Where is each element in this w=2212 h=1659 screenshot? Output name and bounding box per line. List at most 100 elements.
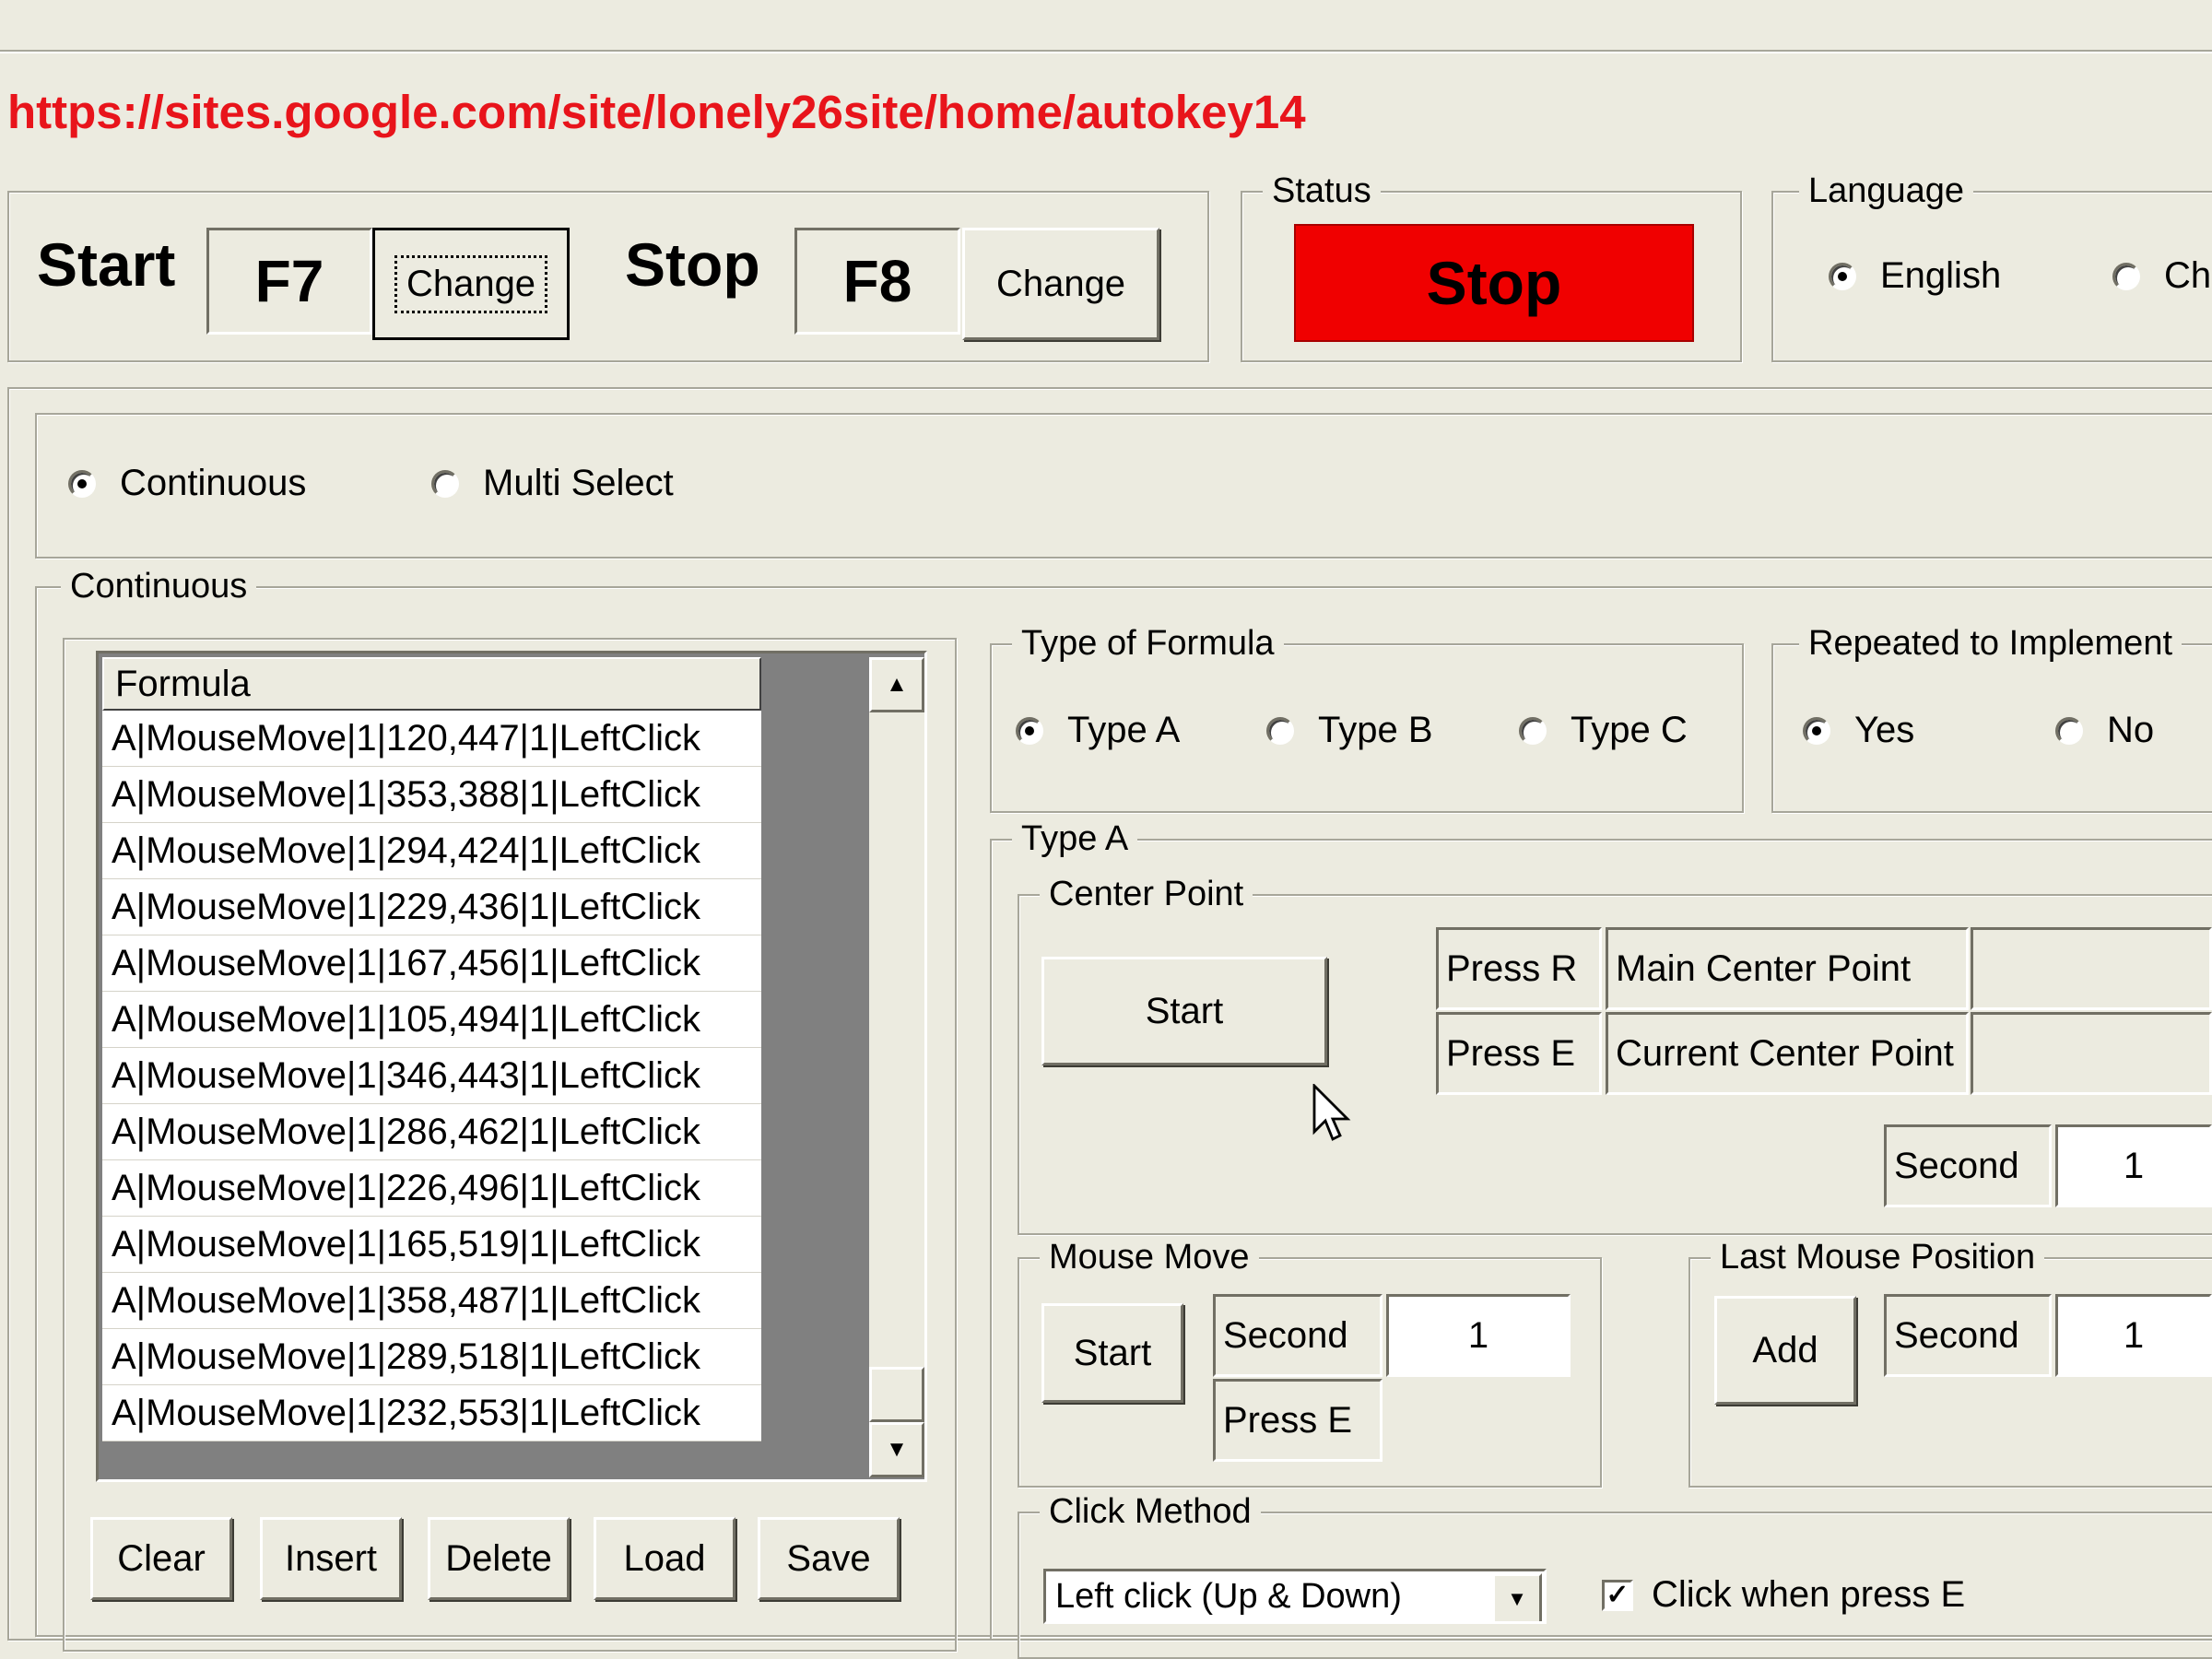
scroll-down-icon[interactable]: ▼ — [869, 1422, 924, 1477]
main-center-point-value — [1971, 927, 2212, 1010]
click-method-legend: Click Method — [1040, 1493, 1261, 1530]
radio-selected-icon — [68, 469, 96, 498]
language-english-label: English — [1880, 255, 2002, 296]
center-second-text: Second — [1894, 1145, 2019, 1186]
language-english-radio[interactable]: English — [1829, 255, 2001, 297]
type-b-label: Type B — [1318, 710, 1433, 750]
scroll-up-icon[interactable]: ▲ — [869, 657, 924, 712]
type-c-radio[interactable]: Type C — [1519, 710, 1688, 751]
radio-empty-icon — [1519, 716, 1547, 745]
stop-hotkey-label: Stop — [625, 230, 760, 299]
type-a-radio[interactable]: Type A — [1016, 710, 1180, 751]
table-row[interactable]: A|MouseMove|1|226,496|1|LeftClick — [102, 1160, 761, 1217]
mode-continuous-radio[interactable]: Continuous — [68, 463, 306, 504]
repeat-yes-radio[interactable]: Yes — [1803, 710, 1914, 751]
table-row[interactable]: A|MouseMove|1|232,553|1|LeftClick — [102, 1385, 761, 1441]
language-chinese-label: Ch — [2164, 255, 2212, 296]
insert-button[interactable]: Insert — [260, 1517, 402, 1600]
repeat-yes-label: Yes — [1854, 710, 1915, 750]
formula-column-header[interactable]: Formula — [102, 657, 761, 711]
mouse-move-second-text: Second — [1223, 1314, 1348, 1356]
mouse-move-start-button[interactable]: Start — [1041, 1303, 1183, 1403]
table-row[interactable]: A|MouseMove|1|165,519|1|LeftClick — [102, 1217, 761, 1273]
type-of-formula-legend: Type of Formula — [1012, 625, 1284, 662]
radio-empty-icon — [1266, 716, 1294, 745]
save-button[interactable]: Save — [758, 1517, 900, 1600]
table-row[interactable]: A|MouseMove|1|120,447|1|LeftClick — [102, 711, 761, 767]
center-point-legend: Center Point — [1040, 876, 1253, 912]
scroll-thumb[interactable] — [869, 1367, 924, 1422]
radio-selected-icon — [1803, 716, 1830, 745]
load-button[interactable]: Load — [594, 1517, 735, 1600]
table-row[interactable]: A|MouseMove|1|229,436|1|LeftClick — [102, 879, 761, 935]
table-row[interactable]: A|MouseMove|1|286,462|1|LeftClick — [102, 1104, 761, 1160]
center-second-input[interactable]: 1 — [2055, 1124, 2212, 1207]
press-e-text: Press E — [1446, 1032, 1576, 1074]
table-row[interactable]: A|MouseMove|1|358,487|1|LeftClick — [102, 1273, 761, 1329]
mouse-pointer-icon — [1312, 1084, 1351, 1141]
status-indicator: Stop — [1294, 224, 1694, 342]
start-hotkey-field: F7 — [206, 228, 372, 335]
clear-button[interactable]: Clear — [90, 1517, 232, 1600]
table-row[interactable]: A|MouseMove|1|294,424|1|LeftClick — [102, 823, 761, 879]
type-of-formula-group: Type of Formula Type A Type B Type C — [990, 625, 1744, 813]
checkbox-checked-icon: ✓ — [1602, 1579, 1633, 1611]
type-a-label: Type A — [1067, 710, 1181, 750]
homepage-link[interactable]: https://sites.google.com/site/lonely26si… — [7, 85, 1306, 139]
main-center-point-label: Main Center Point — [1606, 927, 1969, 1010]
hotkey-group: Start F7 Change Stop F8 Change — [7, 191, 1209, 362]
language-chinese-radio[interactable]: Ch — [2112, 255, 2211, 297]
click-method-select[interactable]: Left click (Up & Down) ▼ — [1043, 1569, 1547, 1624]
table-row[interactable]: A|MouseMove|1|167,456|1|LeftClick — [102, 935, 761, 992]
mouse-move-press-e-text: Press E — [1223, 1399, 1353, 1441]
mouse-move-second-input[interactable]: 1 — [1386, 1294, 1571, 1377]
last-mouse-second-input[interactable]: 1 — [2055, 1294, 2212, 1377]
repeat-no-radio[interactable]: No — [2055, 710, 2154, 751]
main-center-point-text: Main Center Point — [1616, 947, 1912, 989]
center-point-start-button[interactable]: Start — [1041, 957, 1327, 1065]
mode-multi-select-radio[interactable]: Multi Select — [431, 463, 674, 504]
mouse-move-press-e-label: Press E — [1213, 1379, 1382, 1462]
start-hotkey-change-label: Change — [394, 254, 548, 313]
repeated-legend: Repeated to Implement — [1799, 625, 2183, 662]
mode-group: Continuous Multi Select — [35, 413, 2212, 559]
last-mouse-second-label: Second — [1884, 1294, 2052, 1377]
type-c-label: Type C — [1571, 710, 1688, 750]
radio-selected-icon — [1829, 262, 1856, 290]
table-row[interactable]: A|MouseMove|1|346,443|1|LeftClick — [102, 1048, 761, 1104]
current-center-point-label: Current Center Point — [1606, 1012, 1969, 1095]
formula-listbox[interactable]: Formula A|MouseMove|1|120,447|1|LeftClic… — [96, 651, 927, 1482]
radio-empty-icon — [431, 469, 459, 498]
last-mouse-position-legend: Last Mouse Position — [1711, 1239, 2045, 1276]
start-hotkey-change-button[interactable]: Change — [372, 228, 570, 340]
last-mouse-second-text: Second — [1894, 1314, 2019, 1356]
radio-empty-icon — [2112, 262, 2140, 290]
center-second-label: Second — [1884, 1124, 2052, 1207]
formula-list-column: Formula A|MouseMove|1|120,447|1|LeftClic… — [102, 657, 761, 1441]
click-when-press-e-checkbox[interactable]: ✓ Click when press E — [1602, 1574, 1965, 1616]
language-legend: Language — [1799, 172, 1974, 209]
type-b-radio[interactable]: Type B — [1266, 710, 1433, 751]
current-center-point-value — [1971, 1012, 2212, 1095]
mode-multi-select-label: Multi Select — [483, 463, 674, 503]
mouse-move-second-label: Second — [1213, 1294, 1382, 1377]
click-when-press-e-label: Click when press E — [1652, 1574, 1966, 1615]
start-hotkey-label: Start — [37, 230, 176, 299]
continuous-legend: Continuous — [61, 568, 257, 605]
last-mouse-add-button[interactable]: Add — [1714, 1296, 1856, 1405]
repeat-no-label: No — [2107, 710, 2155, 750]
top-separator — [0, 50, 2212, 53]
click-method-selected: Left click (Up & Down) — [1055, 1576, 1402, 1616]
table-row[interactable]: A|MouseMove|1|289,518|1|LeftClick — [102, 1329, 761, 1385]
table-row[interactable]: A|MouseMove|1|353,388|1|LeftClick — [102, 767, 761, 823]
press-e-label: Press E — [1436, 1012, 1602, 1095]
chevron-down-icon[interactable]: ▼ — [1492, 1573, 1542, 1621]
status-legend: Status — [1263, 172, 1381, 209]
formula-list-scrollbar[interactable]: ▲ ▼ — [869, 657, 924, 1477]
press-r-label: Press R — [1436, 927, 1602, 1010]
mode-continuous-label: Continuous — [120, 463, 307, 503]
table-row[interactable]: A|MouseMove|1|105,494|1|LeftClick — [102, 992, 761, 1048]
delete-button[interactable]: Delete — [428, 1517, 570, 1600]
center-second-value: 1 — [2123, 1145, 2145, 1186]
stop-hotkey-change-button[interactable]: Change — [962, 228, 1159, 340]
